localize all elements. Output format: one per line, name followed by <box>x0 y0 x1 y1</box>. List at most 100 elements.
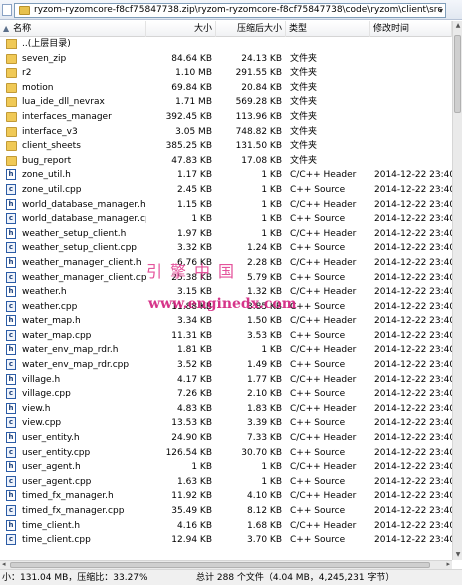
file-name-cell[interactable]: client_sheets <box>6 139 146 154</box>
file-name-cell[interactable]: c user_agent.cpp <box>6 475 146 490</box>
table-row[interactable]: c user_entity.cpp 126.54 KB 30.70 KB C++ Sou… <box>0 446 452 461</box>
table-row[interactable]: c zone_util.cpp 2.45 KB 1 KB C++ Source 2014-… <box>0 183 452 198</box>
file-name-cell[interactable]: c water_map.cpp <box>6 329 146 344</box>
file-name-cell[interactable]: h world_database_manager.h <box>6 198 146 213</box>
table-row[interactable]: h zone_util.h 1.17 KB 1 KB C/C++ Header 2014-… <box>0 168 452 183</box>
table-row[interactable]: c time_client.cpp 12.94 KB 3.70 KB C++ Sourc… <box>0 533 452 548</box>
file-name-cell[interactable]: c weather_setup_client.cpp <box>6 241 146 256</box>
table-row[interactable]: c weather_setup_client.cpp 3.32 KB 1.24 KB C… <box>0 241 452 256</box>
file-name-cell[interactable]: interfaces_manager <box>6 110 146 125</box>
file-type: C++ Source <box>290 389 346 400</box>
file-name: water_env_map_rdr.h <box>22 345 119 356</box>
vertical-scrollbar[interactable]: ▲ ▼ <box>452 21 462 560</box>
file-name-cell[interactable]: h water_map.h <box>6 314 146 329</box>
vertical-scroll-thumb[interactable] <box>454 35 461 113</box>
file-name-cell[interactable]: c time_client.cpp <box>6 533 146 548</box>
file-modified: 2014-12-22 23:40:.. <box>374 389 452 400</box>
file-name-cell[interactable]: h weather_setup_client.h <box>6 227 146 242</box>
file-name-cell[interactable]: c view.cpp <box>6 416 146 431</box>
file-name-cell[interactable]: motion <box>6 81 146 96</box>
up-folder-icon[interactable] <box>2 4 12 16</box>
file-size: 1 KB <box>191 462 212 473</box>
table-row[interactable]: h timed_fx_manager.h 11.92 KB 4.10 KB C/C++ … <box>0 489 452 504</box>
header-file-icon: h <box>6 256 16 268</box>
file-modified: 2014-12-22 23:40:.. <box>374 506 452 516</box>
horizontal-scroll-thumb[interactable] <box>10 562 430 568</box>
table-row[interactable]: interfaces_manager 392.45 KB 113.96 KB 文件夹 <box>0 110 452 125</box>
table-row[interactable]: seven_zip 84.64 KB 24.13 KB 文件夹 <box>0 52 452 67</box>
table-row[interactable]: client_sheets 385.25 KB 131.50 KB 文件夹 <box>0 139 452 154</box>
file-name-cell[interactable]: c weather_manager_client.cpp <box>6 271 146 286</box>
horizontal-scrollbar[interactable]: ◂ ▸ <box>0 560 452 569</box>
table-row[interactable]: c world_database_manager.cpp 1 KB 1 KB C++ S… <box>0 212 452 227</box>
table-row[interactable]: bug_report 47.83 KB 17.08 KB 文件夹 <box>0 154 452 169</box>
table-row[interactable]: h user_entity.h 24.90 KB 7.33 KB C/C++ Heade… <box>0 431 452 446</box>
scroll-right-icon[interactable]: ▸ <box>446 560 450 568</box>
file-name-cell[interactable]: bug_report <box>6 154 146 169</box>
file-name-cell[interactable]: c zone_util.cpp <box>6 183 146 198</box>
file-name-cell[interactable]: h time_client.h <box>6 519 146 534</box>
file-name-cell[interactable]: r2 <box>6 66 146 81</box>
file-name-cell[interactable]: c water_env_map_rdr.cpp <box>6 358 146 373</box>
file-name-cell[interactable]: c weather.cpp <box>6 300 146 315</box>
table-row[interactable]: c user_agent.cpp 1.63 KB 1 KB C++ Source 2014… <box>0 475 452 490</box>
table-row[interactable]: c village.cpp 7.26 KB 2.10 KB C++ Source 2014… <box>0 387 452 402</box>
file-modified: 2014-12-22 23:40:.. <box>374 243 452 254</box>
file-name-cell[interactable]: h view.h <box>6 402 146 417</box>
file-name-cell[interactable]: seven_zip <box>6 52 146 67</box>
table-row[interactable]: ..(上层目录) <box>0 37 452 52</box>
table-row[interactable]: c water_map.cpp 11.31 KB 3.53 KB C++ Source 2… <box>0 329 452 344</box>
file-name-cell[interactable]: c village.cpp <box>6 387 146 402</box>
table-row[interactable]: h world_database_manager.h 1.15 KB 1 KB C/C+… <box>0 198 452 213</box>
column-type[interactable]: 类型 <box>286 21 370 37</box>
file-name: weather_manager_client.cpp <box>22 272 146 283</box>
file-name-cell[interactable]: h weather.h <box>6 285 146 300</box>
file-name-cell[interactable]: h water_env_map_rdr.h <box>6 343 146 358</box>
table-row[interactable]: h water_map.h 3.34 KB 1.50 KB C/C++ Header 20… <box>0 314 452 329</box>
chevron-down-icon[interactable]: ▾ <box>439 4 443 17</box>
table-row[interactable]: h water_env_map_rdr.h 1.81 KB 1 KB C/C++ Hea… <box>0 343 452 358</box>
file-name: village.cpp <box>22 389 71 400</box>
file-type: C/C++ Header <box>290 462 357 473</box>
table-row[interactable]: c view.cpp 13.53 KB 3.39 KB C++ Source 2014-1… <box>0 416 452 431</box>
file-name-cell[interactable]: c world_database_manager.cpp <box>6 212 146 227</box>
scroll-up-icon[interactable]: ▲ <box>453 21 462 31</box>
file-name-cell[interactable]: h timed_fx_manager.h <box>6 489 146 504</box>
table-row[interactable]: h user_agent.h 1 KB 1 KB C/C++ Header 2014-12… <box>0 460 452 475</box>
file-name-cell[interactable]: c timed_fx_manager.cpp <box>6 504 146 519</box>
table-row[interactable]: h time_client.h 4.16 KB 1.68 KB C/C++ Header… <box>0 519 452 534</box>
table-row[interactable]: c timed_fx_manager.cpp 35.49 KB 8.12 KB C++ … <box>0 504 452 519</box>
table-row[interactable]: c water_env_map_rdr.cpp 3.52 KB 1.49 KB C++ … <box>0 358 452 373</box>
file-size: 392.45 KB <box>165 111 212 122</box>
file-name-cell[interactable]: ..(上层目录) <box>6 37 146 52</box>
file-type: C/C++ Header <box>290 170 357 181</box>
table-row[interactable]: h view.h 4.83 KB 1.83 KB C/C++ Header 2014-12… <box>0 402 452 417</box>
scroll-left-icon[interactable]: ◂ <box>2 560 6 568</box>
file-name-cell[interactable]: interface_v3 <box>6 125 146 140</box>
file-compressed-size: 3.39 KB <box>247 418 282 429</box>
file-name-cell[interactable]: h village.h <box>6 373 146 388</box>
file-name-cell[interactable]: h zone_util.h <box>6 168 146 183</box>
table-row[interactable]: r2 1.10 MB 291.55 KB 文件夹 <box>0 66 452 81</box>
file-name-cell[interactable]: lua_ide_dll_nevrax <box>6 95 146 110</box>
table-row[interactable]: motion 69.84 KB 20.84 KB 文件夹 <box>0 81 452 96</box>
file-size: 24.90 KB <box>171 433 212 444</box>
table-row[interactable]: h weather_setup_client.h 1.97 KB 1 KB C/C++ … <box>0 227 452 242</box>
file-name-cell[interactable]: h weather_manager_client.h <box>6 256 146 271</box>
scroll-down-icon[interactable]: ▼ <box>453 550 462 560</box>
file-name-cell[interactable]: h user_entity.h <box>6 431 146 446</box>
file-name-cell[interactable]: c user_entity.cpp <box>6 446 146 461</box>
cpp-file-icon: c <box>6 329 16 341</box>
address-input[interactable]: ryzom-ryzomcore-f8cf75847738.zip\ryzom-r… <box>14 3 446 18</box>
table-row[interactable]: h village.h 4.17 KB 1.77 KB C/C++ Header 2014… <box>0 373 452 388</box>
file-compressed-size: 1 KB <box>261 345 282 356</box>
column-size[interactable]: 大小 <box>146 21 216 37</box>
file-name-cell[interactable]: h user_agent.h <box>6 460 146 475</box>
file-name: timed_fx_manager.h <box>22 491 114 502</box>
table-row[interactable]: lua_ide_dll_nevrax 1.71 MB 569.28 KB 文件夹 <box>0 95 452 110</box>
file-type: C++ Source <box>290 272 346 283</box>
column-name[interactable]: ▲ 名称 <box>0 21 146 37</box>
column-modified[interactable]: 修改时间 <box>370 21 452 37</box>
table-row[interactable]: interface_v3 3.05 MB 748.82 KB 文件夹 <box>0 125 452 140</box>
column-compressed[interactable]: 压缩后大小 <box>216 21 286 37</box>
